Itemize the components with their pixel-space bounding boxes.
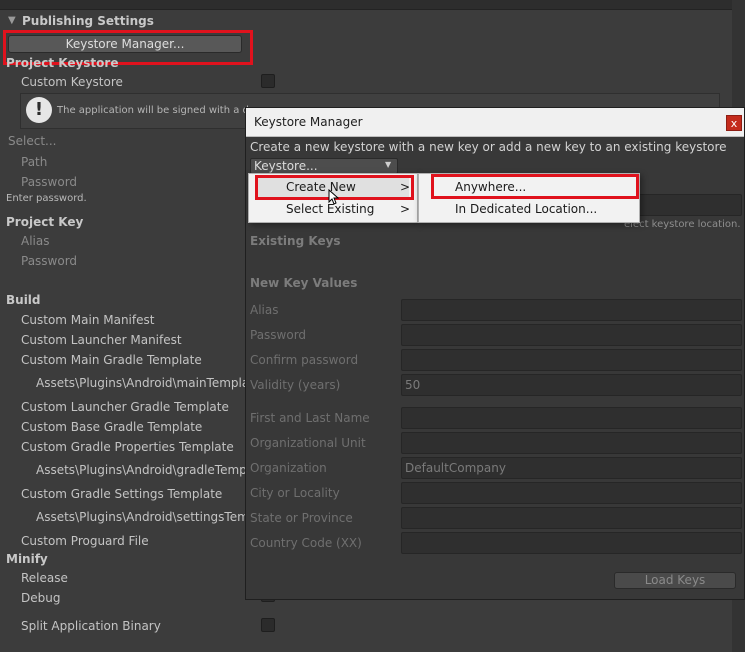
highlight-box-anywhere (431, 174, 639, 199)
field-label-confirm-password: Confirm password (250, 353, 359, 367)
dialog-description: Create a new keystore with a new key or … (250, 140, 727, 154)
gradle-template-path: Assets\Plugins\Android\gradleTempla (36, 463, 258, 477)
key-password-label: Password (21, 254, 78, 268)
submenu-item-dedicated-location-label: In Dedicated Location... (455, 202, 598, 216)
existing-keys-heading: Existing Keys (250, 234, 341, 248)
custom-launcher-gradle: Custom Launcher Gradle Template (21, 400, 229, 414)
settings-template-path: Assets\Plugins\Android\settingsTemp (36, 510, 257, 524)
load-keys-button[interactable]: Load Keys (614, 572, 736, 589)
project-key-heading: Project Key (6, 215, 84, 229)
field-label-password: Password (250, 328, 307, 342)
keystore-select[interactable]: Select... (8, 134, 56, 148)
dialog-title: Keystore Manager (254, 115, 363, 129)
project-keystore-heading: Project Keystore (6, 56, 119, 70)
keystore-dropdown-label: Keystore... (254, 159, 318, 173)
field-input-country-code[interactable] (401, 532, 742, 554)
field-input-validity[interactable]: 50 (401, 374, 742, 396)
custom-main-manifest: Custom Main Manifest (21, 313, 155, 327)
custom-main-gradle: Custom Main Gradle Template (21, 353, 202, 367)
field-input-org-unit[interactable] (401, 432, 742, 454)
field-input-first-last-name[interactable] (401, 407, 742, 429)
split-binary-checkbox[interactable] (261, 618, 275, 632)
password-label: Password (21, 175, 78, 189)
section-title: Publishing Settings (22, 14, 154, 28)
caret-down-icon: ▼ (385, 160, 392, 169)
custom-keystore-checkbox[interactable] (261, 74, 275, 88)
field-label-country-code: Country Code (XX) (250, 536, 362, 550)
custom-gradle-settings: Custom Gradle Settings Template (21, 487, 223, 501)
submenu-item-dedicated-location[interactable]: In Dedicated Location... (423, 199, 635, 219)
field-input-confirm-password[interactable] (401, 349, 742, 371)
release-label: Release (21, 571, 68, 585)
minify-heading: Minify (6, 552, 48, 566)
debug-label: Debug (21, 591, 61, 605)
custom-gradle-properties: Custom Gradle Properties Template (21, 440, 234, 454)
keystore-dropdown[interactable]: Keystore... ▼ (250, 158, 398, 174)
field-label-city: City or Locality (250, 486, 340, 500)
field-label-alias: Alias (250, 303, 279, 317)
exclamation-icon: ! (26, 97, 52, 123)
chevron-right-icon: > (400, 202, 411, 216)
field-label-first-last-name: First and Last Name (250, 411, 370, 425)
build-heading: Build (6, 293, 41, 307)
field-input-alias[interactable] (401, 299, 742, 321)
custom-proguard: Custom Proguard File (21, 534, 149, 548)
field-label-validity: Validity (years) (250, 378, 341, 392)
info-text: The application will be signed with a de (57, 105, 256, 116)
keystore-location-hint: elect keystore location. (624, 219, 741, 230)
field-label-org-unit: Organizational Unit (250, 436, 366, 450)
close-icon[interactable]: x (726, 115, 742, 131)
enter-password-hint: Enter password. (6, 193, 87, 204)
field-input-city[interactable] (401, 482, 742, 504)
field-input-organization[interactable]: DefaultCompany (401, 457, 742, 479)
field-input-password[interactable] (401, 324, 742, 346)
custom-keystore-label: Custom Keystore (21, 75, 123, 89)
field-label-organization: Organization (250, 461, 327, 475)
new-key-values-heading: New Key Values (250, 276, 358, 290)
top-separator (0, 9, 745, 10)
field-label-state: State or Province (250, 511, 353, 525)
foldout-triangle-icon[interactable]: ▼ (8, 15, 16, 26)
main-template-path: Assets\Plugins\Android\mainTemplate (36, 376, 262, 390)
path-label: Path (21, 155, 48, 169)
custom-launcher-manifest: Custom Launcher Manifest (21, 333, 182, 347)
alias-label: Alias (21, 234, 50, 248)
custom-base-gradle: Custom Base Gradle Template (21, 420, 203, 434)
field-input-state[interactable] (401, 507, 742, 529)
dialog-titlebar[interactable]: Keystore Manager x (246, 108, 744, 137)
split-binary-label: Split Application Binary (21, 619, 161, 633)
mouse-cursor-icon (328, 189, 340, 205)
